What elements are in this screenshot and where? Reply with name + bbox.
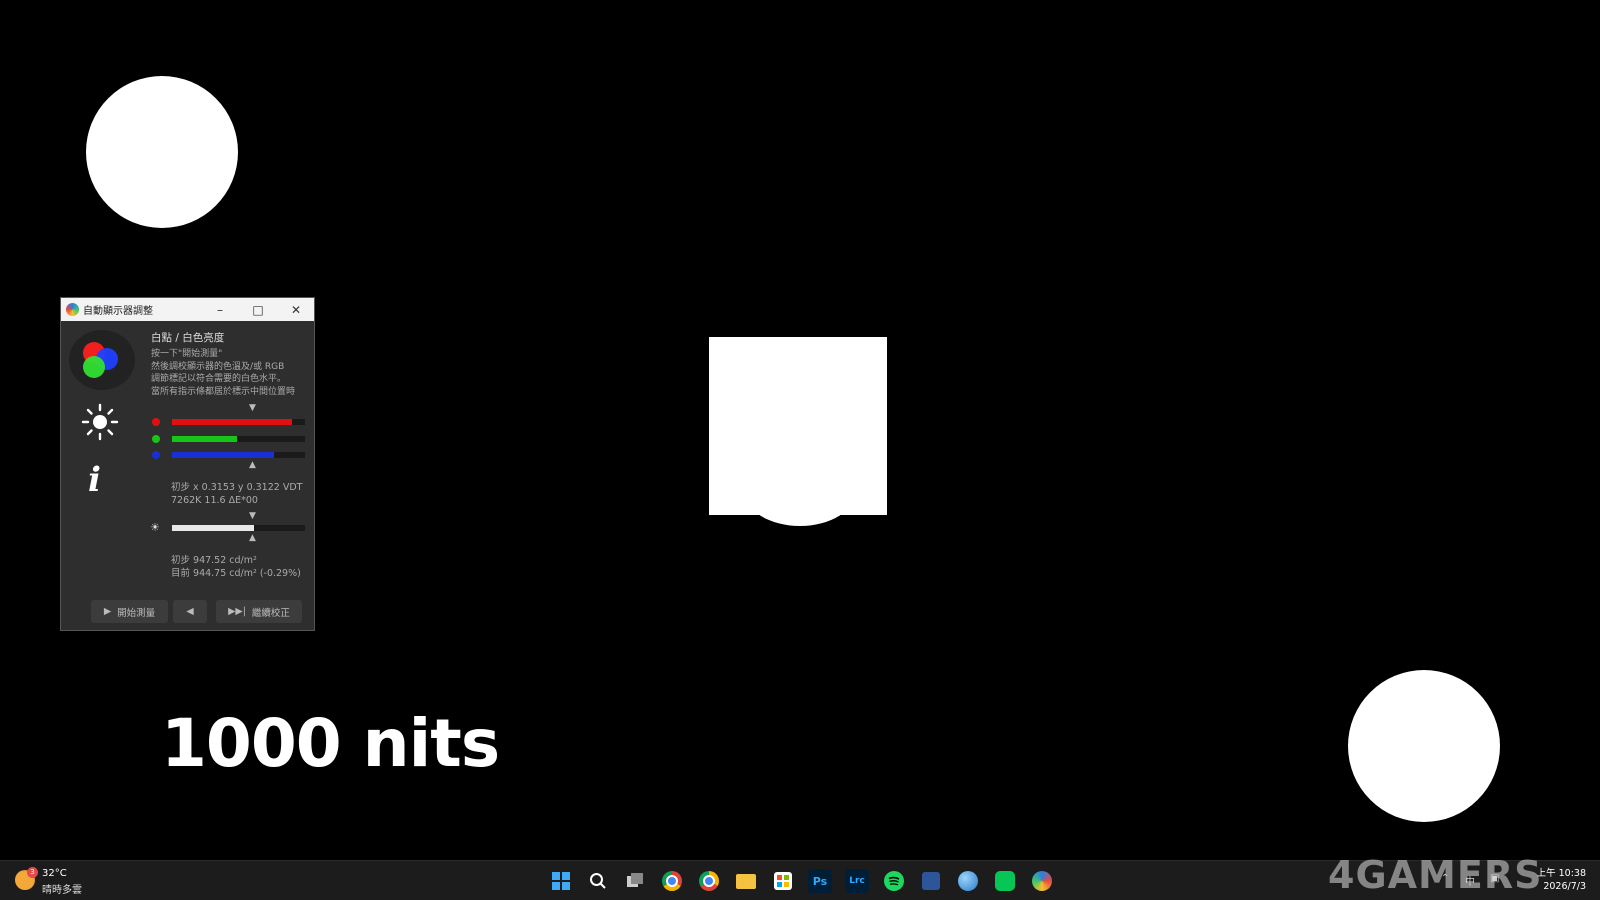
clock[interactable]: 上午 10:38 2026/7/3 <box>1537 867 1586 893</box>
continue-calibration-button[interactable]: ▶▶| 繼續校正 <box>216 600 302 623</box>
brightness-sun-icon[interactable] <box>81 403 119 441</box>
microsoft-store-icon[interactable] <box>771 869 795 893</box>
luminance-target-marker-top: ▼ <box>249 511 256 521</box>
start-measurement-button[interactable]: ▶ 開始測量 <box>91 600 168 623</box>
blue-channel-bar <box>172 452 305 458</box>
rgb-logo-icon <box>69 330 135 390</box>
app-icon <box>66 303 79 316</box>
weather-badge: 3 <box>27 867 38 878</box>
spotify-icon[interactable] <box>882 869 906 893</box>
lightroom-classic-icon[interactable]: Lrc <box>845 869 869 893</box>
green-level-fill <box>172 436 238 442</box>
clock-date: 2026/7/3 <box>1543 881 1586 892</box>
white-point-readout: 初步 x 0.3153 y 0.3122 VDT 7262K 11.6 ΔE*0… <box>171 482 303 506</box>
web-browser-icon[interactable] <box>956 869 980 893</box>
skip-forward-icon: ▶▶| <box>228 606 246 617</box>
test-circle-top-left <box>86 76 238 228</box>
chrome-canary-icon[interactable] <box>697 869 721 893</box>
info-icon[interactable]: i <box>88 460 101 500</box>
red-channel-bar <box>172 419 305 425</box>
window-title: 自動顯示器調整 <box>83 306 153 317</box>
play-icon: ▶ <box>103 606 112 617</box>
luminance-sun-icon: ☀ <box>150 521 160 534</box>
weather-condition[interactable]: 晴時多雲 <box>42 881 82 896</box>
measurement-patch <box>709 337 887 515</box>
luminance-level-fill <box>172 525 255 531</box>
minimize-button[interactable]: – <box>201 298 239 321</box>
file-explorer-icon[interactable] <box>734 869 758 893</box>
luminance-target-marker-bottom: ▲ <box>249 533 256 543</box>
green-channel-bar <box>172 436 305 442</box>
instructions-text: 按一下"開始測量" 然後調校顯示器的色溫及/或 RGB 調節標記以符合需要的白色… <box>151 349 296 397</box>
watermark-logo: 4GAMERS <box>1328 853 1543 897</box>
displaycal-icon[interactable] <box>1030 869 1054 893</box>
windows-start-icon[interactable] <box>549 869 573 893</box>
test-circle-bottom-right <box>1348 670 1500 822</box>
calibration-window: 自動顯示器調整 – □ ✕ i 白點 / 白色亮度 按一下"開始測量" 然後調校… <box>60 297 315 631</box>
green-indicator <box>152 435 160 443</box>
section-heading: 白點 / 白色亮度 <box>151 332 225 344</box>
close-button[interactable]: ✕ <box>277 298 315 321</box>
task-view-icon[interactable] <box>623 869 647 893</box>
luminance-label: 1000 nits <box>161 705 500 782</box>
red-indicator <box>152 418 160 426</box>
window-titlebar[interactable]: 自動顯示器調整 – □ ✕ <box>61 298 314 321</box>
back-button[interactable]: ◀ <box>173 600 207 623</box>
word-icon[interactable] <box>919 869 943 893</box>
clock-time: 上午 10:38 <box>1536 868 1586 879</box>
red-level-fill <box>172 419 292 425</box>
search-icon[interactable] <box>586 869 610 893</box>
photoshop-icon[interactable]: Ps <box>808 869 832 893</box>
weather-temperature[interactable]: 32°C <box>42 868 67 879</box>
blue-level-fill <box>172 452 275 458</box>
blue-indicator <box>152 451 160 459</box>
chrome-icon[interactable] <box>660 869 684 893</box>
line-icon[interactable] <box>993 869 1017 893</box>
rgb-target-marker-bottom: ▲ <box>249 460 256 470</box>
maximize-button[interactable]: □ <box>239 298 277 321</box>
rgb-target-marker-top: ▼ <box>249 403 256 413</box>
luminance-bar <box>172 525 305 531</box>
luminance-readout: 初步 947.52 cd/m² 目前 944.75 cd/m² (-0.29%) <box>171 555 301 579</box>
